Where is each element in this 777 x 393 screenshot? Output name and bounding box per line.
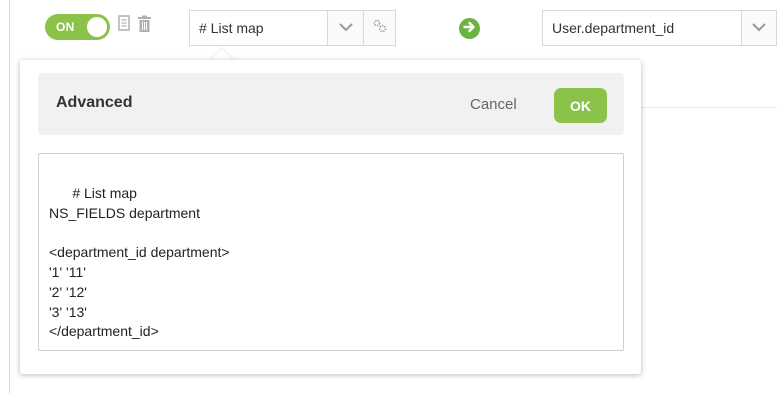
target-field-select[interactable]: User.department_id — [542, 10, 742, 46]
toggle-label: ON — [56, 20, 75, 34]
list-map-dropdown-button[interactable] — [327, 10, 364, 46]
mapping-toolbar: ON # List map User.department_id — [0, 0, 777, 60]
editor-text: # List map NS_FIELDS department <departm… — [49, 184, 230, 340]
list-map-select[interactable]: # List map — [189, 10, 328, 46]
target-field-select-value: User.department_id — [552, 20, 675, 36]
settings-button[interactable] — [363, 10, 396, 46]
copy-button[interactable] — [118, 14, 132, 38]
list-map-select-value: # List map — [199, 20, 264, 36]
toggle-knob[interactable] — [87, 17, 107, 37]
advanced-editor-textarea[interactable]: # List map NS_FIELDS department <departm… — [38, 153, 624, 351]
chevron-down-icon — [752, 19, 766, 37]
on-off-toggle[interactable]: ON — [45, 14, 110, 40]
row-divider — [640, 107, 777, 108]
ok-button[interactable]: OK — [554, 88, 607, 123]
chevron-down-icon — [338, 19, 353, 37]
trash-icon — [137, 15, 152, 38]
resize-handle-icon[interactable] — [611, 338, 621, 348]
popover-title: Advanced — [56, 94, 133, 111]
arrow-right-circle-icon — [463, 20, 476, 38]
delete-button[interactable] — [136, 15, 153, 38]
advanced-popover: Advanced Cancel OK # List map NS_FIELDS … — [20, 60, 641, 374]
map-arrow-button[interactable] — [459, 18, 480, 39]
target-field-dropdown-button[interactable] — [741, 10, 777, 46]
popover-header: Advanced Cancel OK — [38, 73, 624, 135]
copy-icon — [118, 14, 132, 38]
cancel-button[interactable]: Cancel — [470, 96, 517, 113]
page: ON # List map User.department_id Advance… — [0, 0, 777, 393]
gears-icon — [373, 19, 387, 38]
